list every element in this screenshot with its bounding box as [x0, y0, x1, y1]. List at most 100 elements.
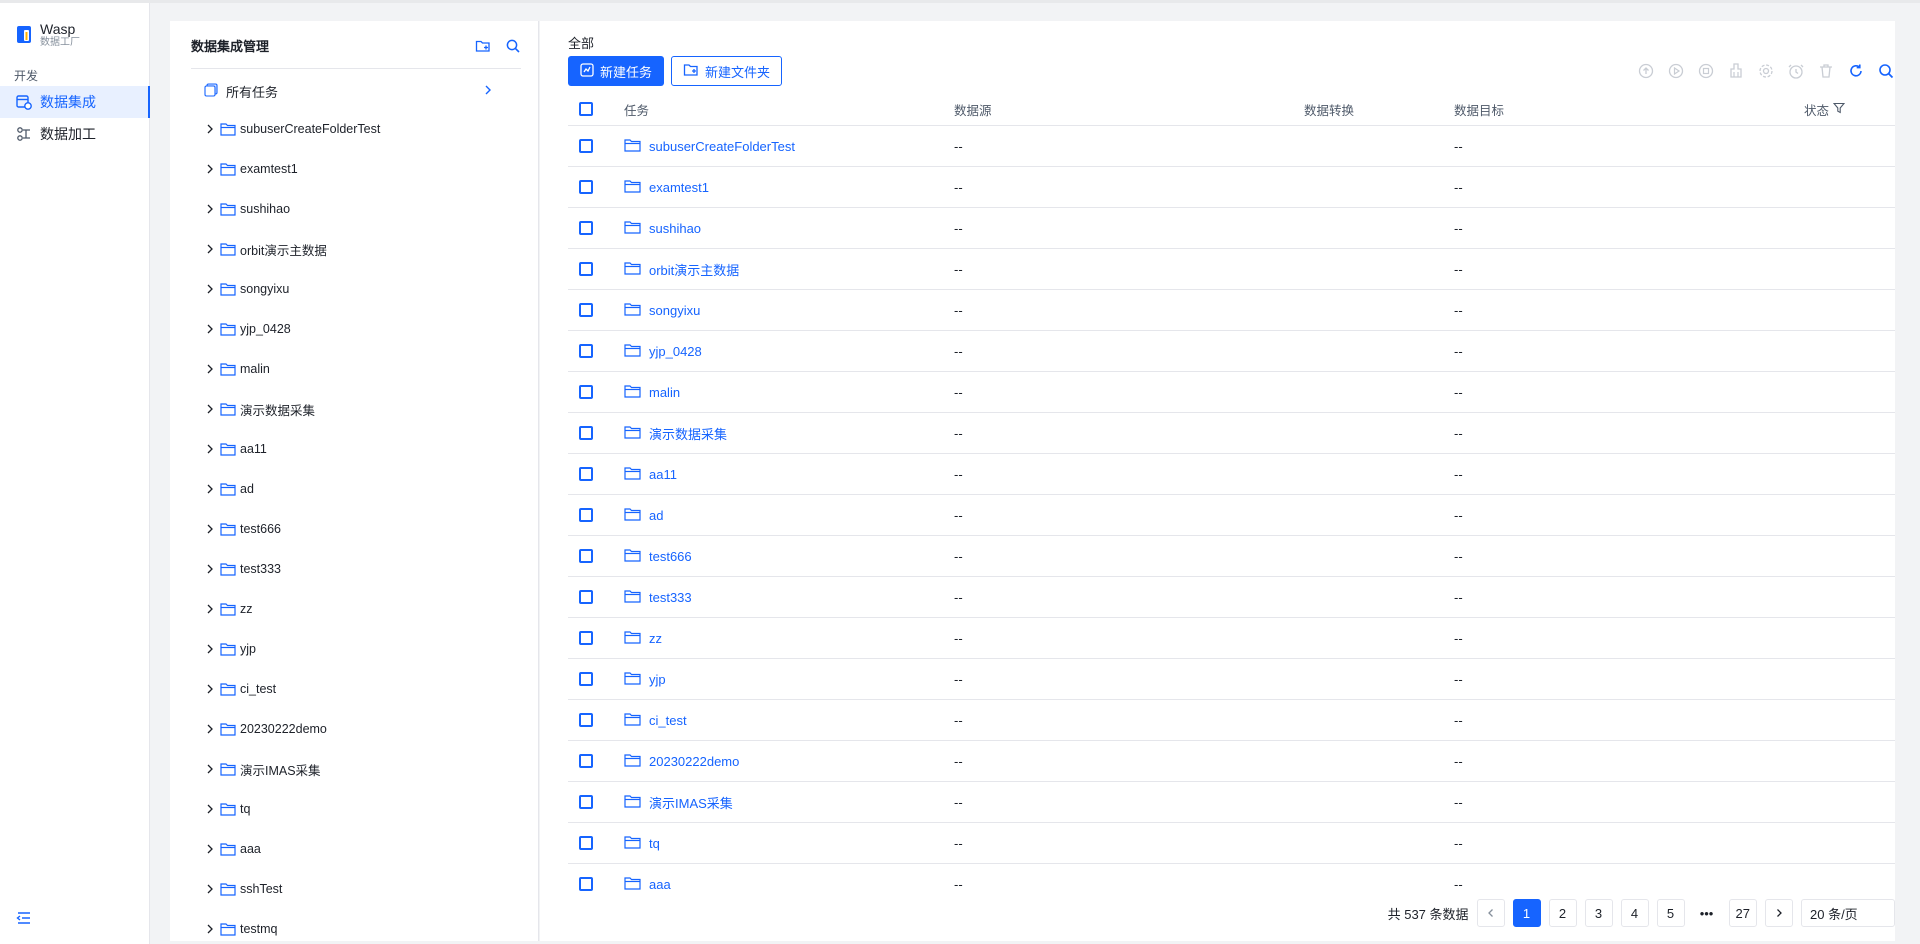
- chevron-right-icon[interactable]: [204, 283, 216, 295]
- row-checkbox[interactable]: [579, 877, 593, 891]
- settings-icon[interactable]: [1757, 62, 1775, 80]
- row-checkbox[interactable]: [579, 795, 593, 809]
- row-checkbox[interactable]: [579, 713, 593, 727]
- tree-folder-item[interactable]: test333: [204, 549, 524, 589]
- row-checkbox[interactable]: [579, 139, 593, 153]
- task-name-link[interactable]: test333: [649, 590, 692, 605]
- run-icon[interactable]: [1667, 62, 1685, 80]
- chevron-right-icon[interactable]: [204, 843, 216, 855]
- row-checkbox[interactable]: [579, 549, 593, 563]
- task-name-link[interactable]: songyixu: [649, 303, 700, 318]
- prev-page-button[interactable]: [1476, 899, 1505, 927]
- row-checkbox[interactable]: [579, 344, 593, 358]
- tree-folder-item[interactable]: aaa: [204, 829, 524, 869]
- task-name-link[interactable]: zz: [649, 631, 662, 646]
- task-name-link[interactable]: aaa: [649, 877, 671, 892]
- row-checkbox[interactable]: [579, 467, 593, 481]
- collapse-menu-icon[interactable]: [16, 910, 32, 926]
- search-icon[interactable]: [505, 38, 521, 54]
- chevron-right-icon[interactable]: [204, 323, 216, 335]
- chevron-right-icon[interactable]: [204, 203, 216, 215]
- chevron-right-icon[interactable]: [204, 403, 216, 415]
- page-button[interactable]: 1: [1512, 899, 1541, 927]
- row-checkbox[interactable]: [579, 836, 593, 850]
- row-checkbox[interactable]: [579, 754, 593, 768]
- chevron-right-icon[interactable]: [204, 923, 216, 935]
- chevron-right-icon[interactable]: [204, 563, 216, 575]
- task-name-link[interactable]: sushihao: [649, 221, 701, 236]
- row-checkbox[interactable]: [579, 590, 593, 604]
- tree-folder-item[interactable]: yjp: [204, 629, 524, 669]
- page-button[interactable]: 4: [1620, 899, 1649, 927]
- next-page-button[interactable]: [1765, 899, 1793, 927]
- chevron-right-icon[interactable]: [204, 883, 216, 895]
- task-name-link[interactable]: 演示数据采集: [649, 424, 727, 443]
- page-button[interactable]: 5: [1656, 899, 1685, 927]
- nav-item-data-integration[interactable]: 数据集成: [0, 86, 150, 118]
- chevron-right-icon[interactable]: [204, 683, 216, 695]
- tree-folder-item[interactable]: sshTest: [204, 869, 524, 909]
- refresh-icon[interactable]: [1847, 62, 1865, 80]
- task-name-link[interactable]: 20230222demo: [649, 754, 739, 769]
- new-task-button[interactable]: 新建任务: [568, 56, 665, 86]
- clean-icon[interactable]: [1727, 62, 1745, 80]
- chevron-right-icon[interactable]: [204, 123, 216, 135]
- tree-folder-item[interactable]: test666: [204, 509, 524, 549]
- chevron-right-icon[interactable]: [204, 163, 216, 175]
- row-checkbox[interactable]: [579, 672, 593, 686]
- row-checkbox[interactable]: [579, 180, 593, 194]
- schedule-icon[interactable]: [1787, 62, 1805, 80]
- task-name-link[interactable]: subuserCreateFolderTest: [649, 139, 795, 154]
- chevron-right-icon[interactable]: [204, 523, 216, 535]
- row-checkbox[interactable]: [579, 385, 593, 399]
- task-name-link[interactable]: examtest1: [649, 180, 709, 195]
- row-checkbox[interactable]: [579, 426, 593, 440]
- tree-folder-item[interactable]: examtest1: [204, 149, 524, 189]
- tree-all-tasks[interactable]: 所有任务: [204, 79, 494, 103]
- chevron-right-icon[interactable]: [204, 243, 216, 255]
- row-checkbox[interactable]: [579, 221, 593, 235]
- tree-folder-item[interactable]: 演示IMAS采集: [204, 749, 524, 789]
- row-checkbox[interactable]: [579, 303, 593, 317]
- tree-folder-item[interactable]: sushihao: [204, 189, 524, 229]
- task-name-link[interactable]: yjp_0428: [649, 344, 702, 359]
- page-ellipsis[interactable]: •••: [1692, 899, 1721, 927]
- tree-folder-item[interactable]: 20230222demo: [204, 709, 524, 749]
- filter-icon[interactable]: [1832, 102, 1846, 117]
- add-folder-icon[interactable]: [475, 38, 491, 54]
- chevron-right-icon[interactable]: [204, 723, 216, 735]
- tree-folder-item[interactable]: malin: [204, 349, 524, 389]
- chevron-right-icon[interactable]: [204, 763, 216, 775]
- new-folder-button[interactable]: 新建文件夹: [671, 56, 783, 86]
- stop-icon[interactable]: [1697, 62, 1715, 80]
- nav-item-data-processing[interactable]: 数据加工: [0, 118, 150, 150]
- tree-folder-item[interactable]: 演示数据采集: [204, 389, 524, 429]
- chevron-right-icon[interactable]: [204, 643, 216, 655]
- task-name-link[interactable]: ad: [649, 508, 663, 523]
- tree-folder-item[interactable]: ci_test: [204, 669, 524, 709]
- table-search-icon[interactable]: [1877, 62, 1895, 80]
- task-name-link[interactable]: yjp: [649, 672, 666, 687]
- tree-folder-item[interactable]: songyixu: [204, 269, 524, 309]
- tree-folder-item[interactable]: testmq: [204, 909, 524, 944]
- chevron-right-icon[interactable]: [482, 84, 494, 99]
- tree-folder-item[interactable]: subuserCreateFolderTest: [204, 109, 524, 149]
- task-name-link[interactable]: 演示IMAS采集: [649, 793, 733, 812]
- row-checkbox[interactable]: [579, 262, 593, 276]
- chevron-right-icon[interactable]: [204, 363, 216, 375]
- row-checkbox[interactable]: [579, 508, 593, 522]
- task-name-link[interactable]: aa11: [649, 467, 677, 482]
- chevron-right-icon[interactable]: [204, 803, 216, 815]
- task-name-link[interactable]: tq: [649, 836, 660, 851]
- tree-folder-item[interactable]: orbit演示主数据: [204, 229, 524, 269]
- delete-icon[interactable]: [1817, 62, 1835, 80]
- chevron-right-icon[interactable]: [204, 443, 216, 455]
- chevron-right-icon[interactable]: [204, 483, 216, 495]
- tree-folder-item[interactable]: aa11: [204, 429, 524, 469]
- page-button[interactable]: 2: [1548, 899, 1577, 927]
- publish-icon[interactable]: [1637, 62, 1655, 80]
- task-name-link[interactable]: ci_test: [649, 713, 687, 728]
- tree-folder-item[interactable]: ad: [204, 469, 524, 509]
- select-all-checkbox[interactable]: [579, 102, 593, 116]
- task-name-link[interactable]: malin: [649, 385, 680, 400]
